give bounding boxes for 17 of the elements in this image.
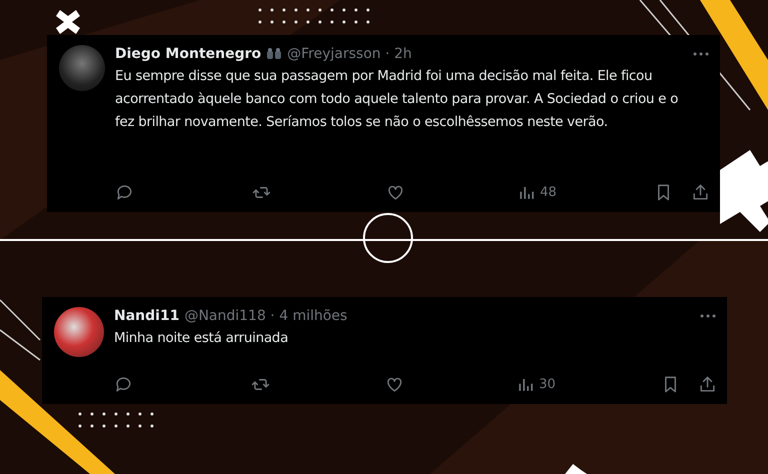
- user-name[interactable]: Diego Montenegro: [115, 46, 262, 62]
- reply-icon[interactable]: [114, 375, 133, 394]
- tweet-text: Eu sempre disse que sua passagem por Madrid foi uma decisão mal feita. Ele ficou acorrentado àquele banco com todo aquele talento para provar. A Sociedad o criou e o fez brilhar novamente. Seríamos tolos se não o escolhêssemos neste verão.: [115, 67, 680, 132]
- view-count: 30: [539, 377, 556, 392]
- avatar-placeholder: [59, 45, 105, 91]
- handle-and-time: @Freyjarsson · 2h: [287, 46, 412, 62]
- avatar-placeholder: [54, 307, 104, 357]
- share-icon[interactable]: [698, 375, 717, 394]
- share-icon[interactable]: [691, 183, 710, 202]
- heart-icon[interactable]: [385, 375, 404, 394]
- diagonal-lines: [0, 299, 41, 361]
- user-name[interactable]: Nandi11: [114, 308, 180, 324]
- reply-icon[interactable]: [115, 183, 134, 202]
- handle-and-time: @Nandi118 · 4 milhões: [184, 308, 348, 324]
- view-count: 48: [540, 185, 557, 200]
- tweet-text: Minha noite está arruinada: [114, 329, 290, 348]
- heart-icon[interactable]: [386, 183, 405, 202]
